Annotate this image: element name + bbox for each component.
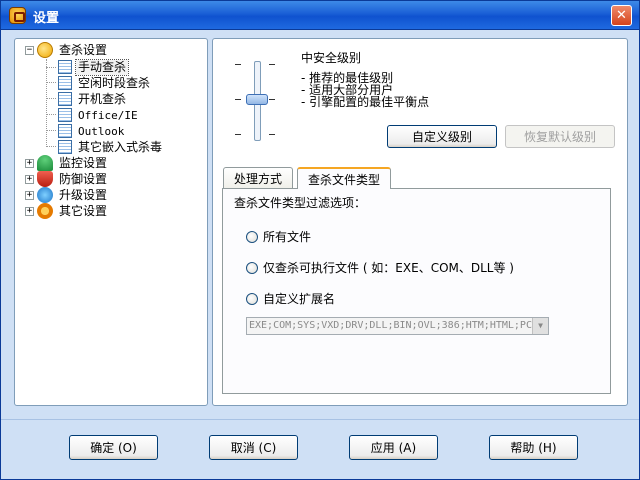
tree-node-label: 其它设置 [59,203,108,218]
ok-button[interactable]: 确定 (O) [69,435,158,460]
document-icon [58,76,72,90]
tree-node-other-settings[interactable]: + 其它设置 [25,203,109,219]
tab-scan-file-types[interactable]: 查杀文件类型 [297,167,392,189]
upgrade-icon [37,187,53,203]
document-icon [58,60,72,74]
tree-node-defense-settings[interactable]: + 防御设置 [25,171,109,187]
tree-line [46,82,56,83]
document-icon [58,124,72,138]
slider-tick [235,64,241,65]
tree-node-label: 监控设置 [59,155,108,170]
slider-tick [269,99,275,100]
umbrella-icon [37,155,53,171]
settings-tree-panel: − 查杀设置 手动查杀 空闲时段查杀 开机查杀 Office/IE Outloo… [14,38,208,406]
tree-node-label: 其它嵌入式杀毒 [78,139,163,154]
title-bar[interactable]: 设置 ✕ [1,1,639,30]
radio-circle[interactable] [246,230,258,243]
collapse-toggle[interactable]: − [25,45,34,55]
security-level-title: 中安全级别 [301,51,362,65]
slider-tick [269,134,275,135]
tree-node-label: Outlook [78,124,125,138]
gear-icon [37,203,53,219]
document-icon [58,108,72,122]
tree-node-office-ie[interactable]: Office/IE [58,107,140,123]
tree-line [46,67,56,68]
app-icon [9,7,26,24]
tree-line [46,98,56,99]
radio-label: 仅查杀可执行文件 ( 如：EXE、COM、DLL等 ) [263,261,514,275]
radio-custom-extensions[interactable]: 自定义扩展名 [246,290,335,307]
tree-line [46,59,47,147]
tree-node-scan-settings[interactable]: − 查杀设置 [25,42,109,58]
tree-node-label: 查杀设置 [59,42,108,57]
restore-default-level-button[interactable]: 恢复默认级别 [505,125,615,148]
document-icon [58,92,72,106]
document-icon [58,140,72,154]
expand-toggle[interactable]: + [25,158,34,168]
magnifier-icon [37,42,53,58]
tree-line [46,130,56,131]
close-button[interactable]: ✕ [611,5,632,26]
apply-button[interactable]: 应用 (A) [349,435,438,460]
tree-node-label: 防御设置 [59,171,108,186]
custom-level-button[interactable]: 自定义级别 [387,125,497,148]
window-title: 设置 [33,11,60,26]
tree-node-label: 手动查杀 [74,58,130,76]
radio-circle[interactable] [246,261,258,274]
extensions-value: EXE;COM;SYS;VXD;DRV;DLL;BIN;OVL;386;HTM;… [249,320,532,331]
settings-window: 设置 ✕ − 查杀设置 手动查杀 空闲时段查杀 开机查杀 Office/IE O… [0,0,640,480]
description-line: - 引擎配置的最佳平衡点 [301,95,430,109]
tree-node-idle-scan[interactable]: 空闲时段查杀 [58,75,152,91]
radio-label: 自定义扩展名 [263,292,336,306]
tree-node-label: 升级设置 [59,187,108,202]
shield-icon [37,171,53,187]
tree-node-boot-scan[interactable]: 开机查杀 [58,91,128,107]
slider-tick [235,99,241,100]
cancel-button[interactable]: 取消 (C) [209,435,298,460]
radio-executables-only[interactable]: 仅查杀可执行文件 ( 如：EXE、COM、DLL等 ) [246,259,514,276]
tree-node-embedded-scan[interactable]: 其它嵌入式杀毒 [58,139,164,155]
radio-all-files[interactable]: 所有文件 [246,228,311,245]
tree-node-label: 空闲时段查杀 [78,75,151,90]
security-level-description: - 推荐的最佳级别 - 适用大部分用户 - 引擎配置的最佳平衡点 [301,72,429,108]
tree-node-monitor-settings[interactable]: + 监控设置 [25,155,109,171]
file-type-filter-label: 查杀文件类型过滤选项： [234,196,367,210]
tree-line [46,114,56,115]
tree-node-label: 开机查杀 [78,91,127,106]
expand-toggle[interactable]: + [25,174,34,184]
expand-toggle[interactable]: + [25,206,34,216]
tree-node-label: Office/IE [78,108,138,122]
tree-node-upgrade-settings[interactable]: + 升级设置 [25,187,109,203]
chevron-down-icon[interactable]: ▼ [532,318,548,334]
tab-handling-method[interactable]: 处理方式 [223,167,294,188]
radio-label: 所有文件 [263,230,312,244]
custom-extensions-combobox[interactable]: EXE;COM;SYS;VXD;DRV;DLL;BIN;OVL;386;HTM;… [246,317,549,335]
settings-tree: − 查杀设置 手动查杀 空闲时段查杀 开机查杀 Office/IE Outloo… [15,39,207,405]
security-level-slider-thumb[interactable] [246,94,268,105]
tree-line [46,146,56,147]
radio-circle[interactable] [246,292,258,305]
close-icon: ✕ [616,8,627,23]
tree-node-outlook[interactable]: Outlook [58,123,126,139]
slider-tick [269,64,275,65]
slider-tick [235,134,241,135]
expand-toggle[interactable]: + [25,190,34,200]
help-button[interactable]: 帮助 (H) [489,435,578,460]
tree-node-manual-scan[interactable]: 手动查杀 [58,58,130,76]
